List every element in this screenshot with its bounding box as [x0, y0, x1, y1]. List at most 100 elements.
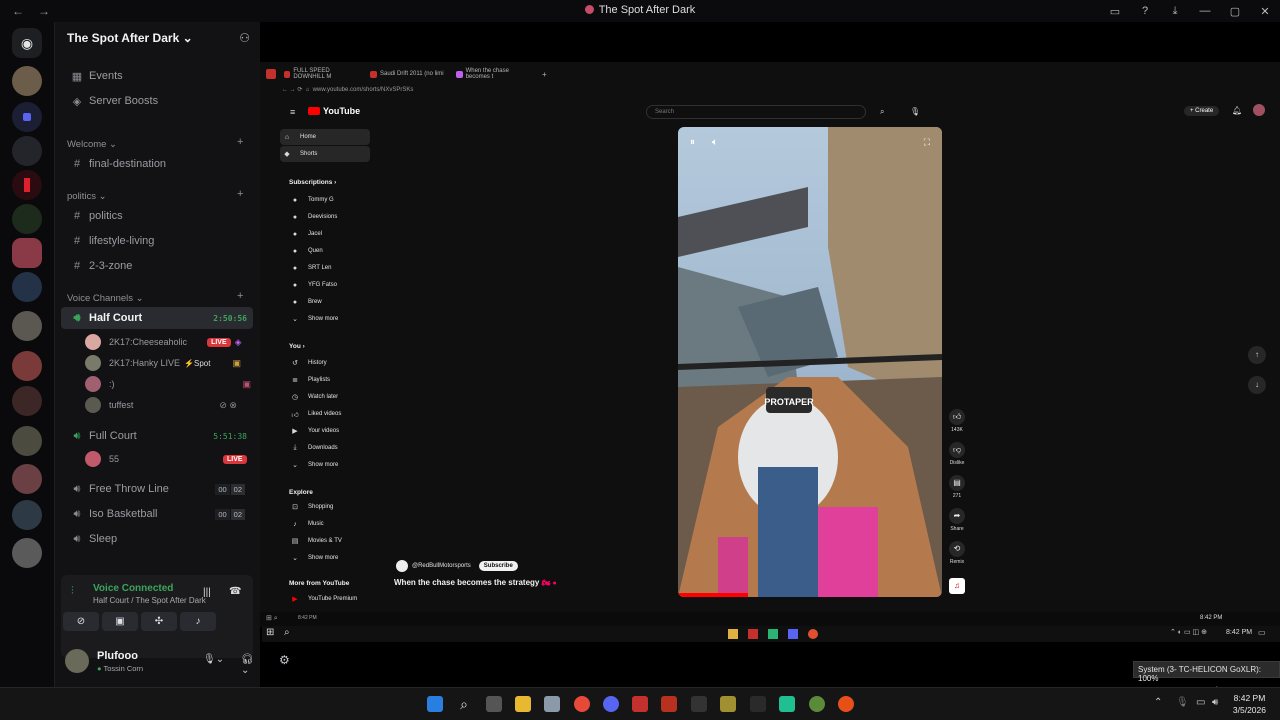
voice-user[interactable]: 2K17:Hanky LIVE ⚡Spot ▣ [85, 353, 241, 373]
share-button[interactable]: ➦ Share [946, 508, 968, 532]
network-icon[interactable]: ▭ [1196, 697, 1205, 708]
subscription-item[interactable]: ● Tommy G [288, 192, 334, 208]
search-input[interactable]: Search [646, 105, 866, 119]
server-icon[interactable] [12, 204, 42, 234]
browser-tab[interactable]: FULL SPEED DOWNHILL M [284, 68, 362, 80]
server-icon[interactable] [12, 386, 42, 416]
voice-user[interactable]: :) ▣ [85, 374, 251, 394]
server-icon[interactable] [12, 102, 42, 132]
inbox-icon[interactable]: ▭ [1100, 5, 1130, 18]
show-more-button[interactable]: ⌄ Show more [288, 311, 338, 327]
microphone-icon[interactable]: 🎙︎ [1176, 697, 1189, 708]
show-more-button[interactable]: ⌄ Show more [288, 550, 338, 566]
server-folder-icon[interactable] [12, 464, 42, 494]
new-tab-icon[interactable]: + [542, 70, 547, 79]
server-boosts-item[interactable]: ◈ Server Boosts [61, 90, 253, 112]
nav-home[interactable]: ⌂ Home [280, 129, 370, 145]
menu-icon[interactable]: ≡ [290, 107, 295, 117]
add-person-icon[interactable]: ⚇ [239, 31, 250, 45]
screenshare-button[interactable]: ▣ [102, 612, 138, 631]
voice-user[interactable]: tuffest ⊘ ⊗ [85, 395, 237, 415]
previous-short-button[interactable]: ↑ [1248, 346, 1266, 364]
nav-watch-later[interactable]: ◷ Watch later [288, 389, 338, 405]
server-icon-active[interactable] [12, 238, 42, 268]
channel-lifestyle-living[interactable]: # lifestyle-living [61, 230, 253, 252]
video-title[interactable]: When the chase becomes the strategy 🏍︎ ● [394, 578, 557, 587]
windows-start-icon[interactable] [427, 696, 443, 712]
subscribe-button[interactable]: Subscribe [478, 561, 518, 571]
category-welcome[interactable]: Welcome ⌄ [67, 139, 117, 150]
like-button[interactable]: 👍︎ 143K [946, 409, 968, 433]
subscriptions-header[interactable]: Subscriptions › [289, 179, 336, 186]
events-item[interactable]: ▦ Events [61, 65, 253, 87]
server-folder-icon[interactable] [12, 66, 42, 96]
voice-location[interactable]: Half Court / The Spot After Dark [93, 596, 206, 605]
subscription-item[interactable]: ● Jacel [288, 226, 322, 242]
server-folder-icon[interactable] [12, 311, 42, 341]
server-icon[interactable] [12, 170, 42, 200]
volume-icon[interactable]: 🔊︎ [1212, 697, 1218, 708]
voice-channel-half-court[interactable]: 🔊︎ Half Court 2:50:56 [61, 307, 253, 329]
nav-shorts[interactable]: ◆ Shorts [280, 146, 370, 162]
server-folder-icon[interactable] [12, 538, 42, 568]
subscription-item[interactable]: ● Quen [288, 243, 323, 259]
headphones-icon[interactable]: 🎧︎⌄ [241, 654, 254, 676]
channel-name[interactable]: @RedBullMotorsports [412, 563, 471, 569]
you-header[interactable]: You › [289, 343, 305, 350]
task-view-icon[interactable] [486, 696, 502, 712]
voice-channel-sleep[interactable]: 🔊︎ Sleep [61, 528, 253, 550]
category-politics[interactable]: politics ⌄ [67, 191, 107, 202]
nav-music[interactable]: ♪ Music [288, 516, 323, 532]
search-icon[interactable]: ⌕ [880, 107, 884, 117]
nav-history[interactable]: ↺ History [288, 355, 327, 371]
category-voice-channels[interactable]: Voice Channels ⌄ [67, 293, 144, 304]
avatar[interactable] [65, 649, 89, 673]
soundboard-button[interactable]: ♪ [180, 612, 216, 631]
tray-chevron-icon[interactable]: ⌃ [1154, 697, 1162, 708]
app-icon[interactable] [809, 696, 825, 712]
discord-home-icon[interactable]: ◉ [12, 28, 42, 58]
disconnect-icon[interactable]: ☎ [229, 586, 241, 597]
nav-playlists[interactable]: ≣ Playlists [288, 372, 330, 388]
comments-button[interactable]: ▤ 271 [946, 475, 968, 499]
nav-movies[interactable]: ▤ Movies & TV [288, 533, 342, 549]
app-icon[interactable] [779, 696, 795, 712]
voice-status[interactable]: Voice Connected [93, 583, 173, 594]
avatar[interactable] [1253, 104, 1265, 116]
server-folder-icon[interactable] [12, 351, 42, 381]
voice-channel-iso-basketball[interactable]: 🔊︎ Iso Basketball 00 02 [61, 503, 253, 525]
voice-channel-full-court[interactable]: 🔊︎ Full Court 5:51:38 [61, 425, 253, 447]
channel-2-3-zone[interactable]: #2-3-zone [61, 255, 253, 277]
server-icon[interactable] [12, 272, 42, 302]
maximize-button[interactable]: ▢ [1220, 5, 1250, 18]
nav-downloads[interactable]: ⤓ Downloads [288, 440, 337, 456]
search-icon[interactable]: ⌕ [456, 696, 472, 712]
server-folder-icon[interactable] [12, 426, 42, 456]
add-channel-icon[interactable]: + [237, 188, 243, 200]
channel-final-destination[interactable]: # final-destination [61, 153, 253, 175]
subscription-item[interactable]: ● YFG Fatso [288, 277, 337, 293]
discord-icon[interactable] [603, 696, 619, 712]
app-icon[interactable] [691, 696, 707, 712]
subscription-item[interactable]: ● Brew [288, 294, 322, 310]
download-icon[interactable]: ⤓ [1160, 5, 1190, 18]
microphone-icon[interactable]: 🎙︎ [910, 107, 920, 116]
app-icon[interactable] [632, 696, 648, 712]
server-icon[interactable] [12, 136, 42, 166]
create-button[interactable]: + Create [1184, 106, 1220, 116]
show-more-button[interactable]: ⌄ Show more [288, 457, 338, 473]
voice-user[interactable]: 55 LIVE [85, 449, 247, 469]
app-icon[interactable] [750, 696, 766, 712]
volume-icon[interactable]: 🔈︎ [712, 137, 718, 148]
add-channel-icon[interactable]: + [237, 136, 243, 148]
nav-your-videos[interactable]: ▶ Your videos [288, 423, 339, 439]
subscription-item[interactable]: ● SRT Len [288, 260, 332, 276]
chrome-icon[interactable] [574, 696, 590, 712]
guild-name[interactable]: The Spot After Dark ⌄ [67, 31, 193, 45]
voice-user[interactable]: 2K17:Cheeseaholic LIVE ◈ [85, 332, 242, 352]
remix-button[interactable]: ⟲ Remix [946, 541, 968, 565]
notifications-icon[interactable]: 🔔︎ [1232, 106, 1242, 115]
server-icon[interactable] [12, 500, 42, 530]
nav-liked-videos[interactable]: 👍︎ Liked videos [288, 406, 341, 422]
voice-channel-free-throw-line[interactable]: 🔊︎ Free Throw Line 00 02 [61, 478, 253, 500]
